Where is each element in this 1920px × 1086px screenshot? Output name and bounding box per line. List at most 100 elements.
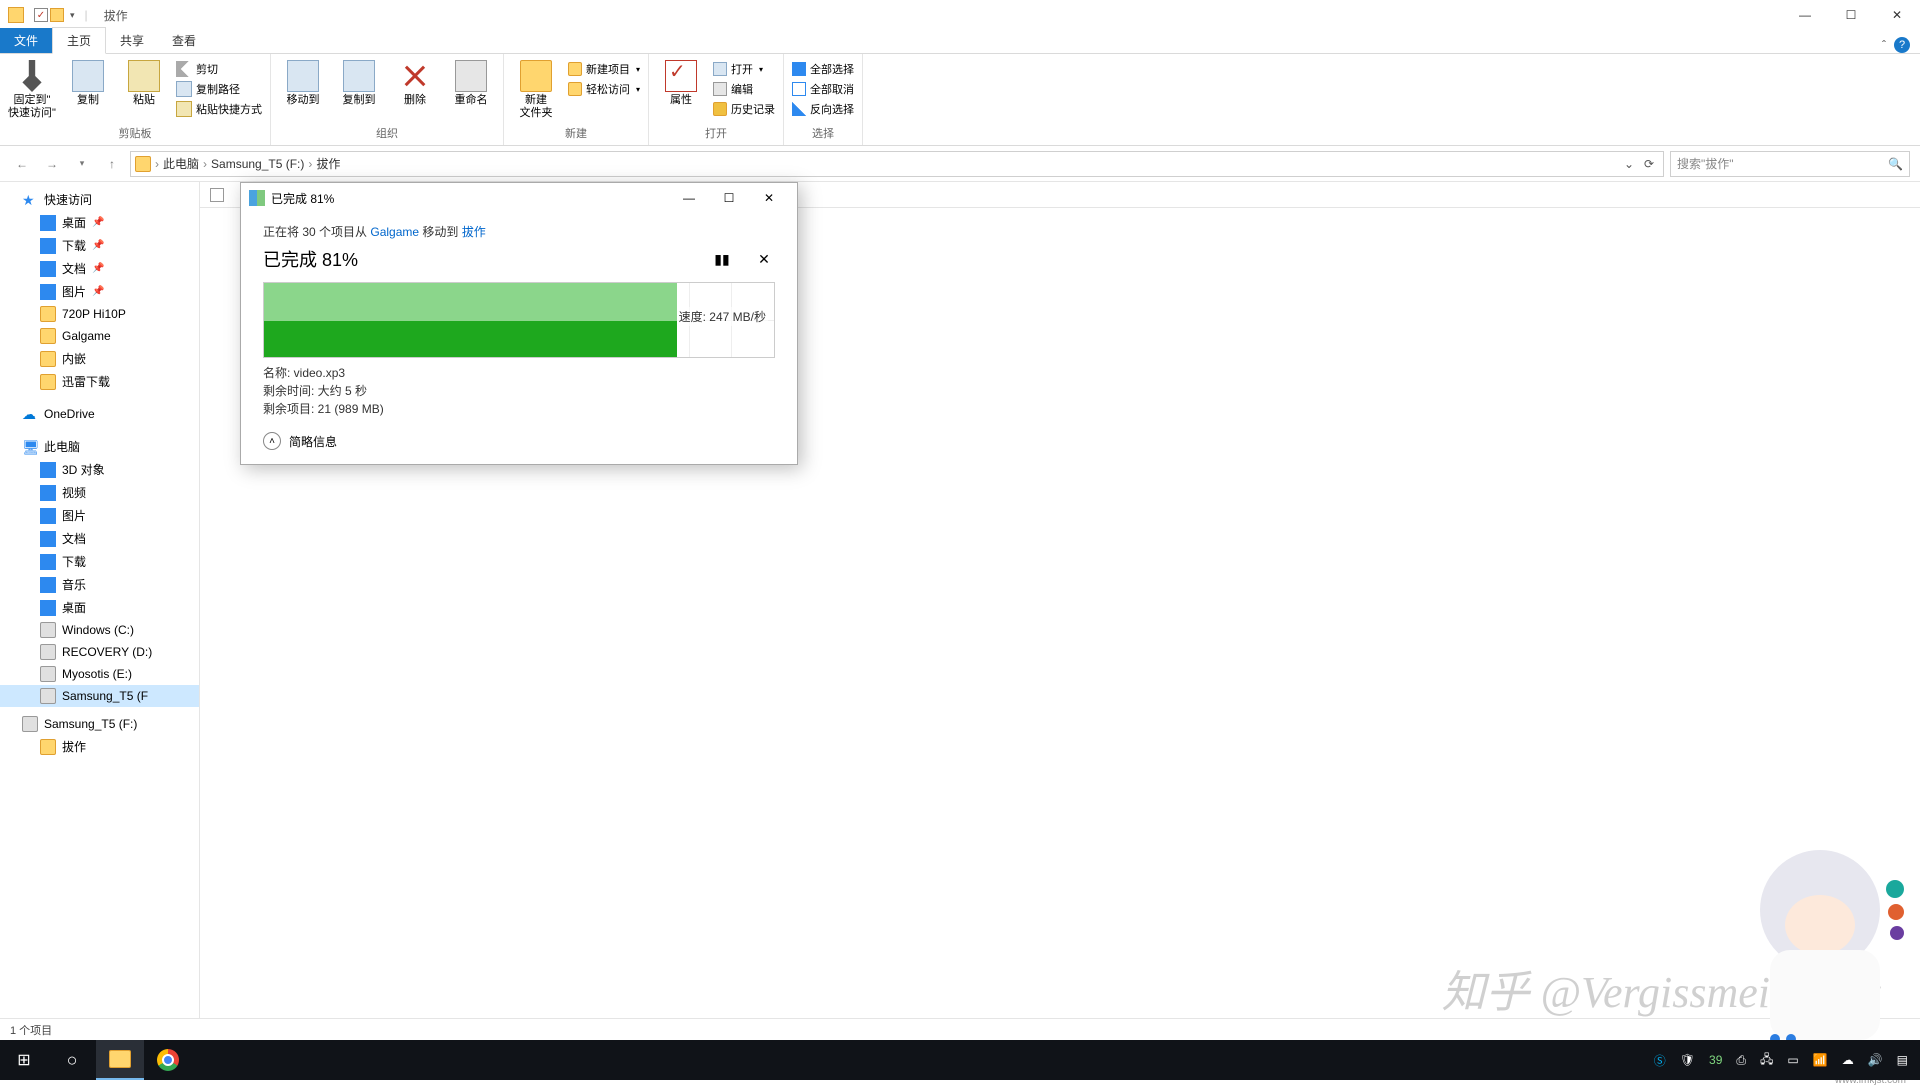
tray-usb-icon[interactable]: ⎙ bbox=[1736, 1053, 1746, 1068]
tab-share[interactable]: 共享 bbox=[106, 28, 158, 53]
tree-drive-d[interactable]: RECOVERY (D:) bbox=[0, 641, 199, 663]
tree-documents[interactable]: 文档📌 bbox=[0, 257, 199, 280]
select-all-button[interactable]: 全部选择 bbox=[790, 60, 856, 78]
tree-downloads[interactable]: 下载📌 bbox=[0, 234, 199, 257]
tray-skype-icon[interactable]: Ⓢ bbox=[1654, 1052, 1666, 1069]
tree-drive-f[interactable]: Samsung_T5 (F:) bbox=[0, 713, 199, 735]
qat-check-icon[interactable]: ✓ bbox=[34, 8, 48, 22]
tray-temp[interactable]: 39 bbox=[1709, 1053, 1722, 1067]
pin-quickaccess-button[interactable]: 固定到" 快速访问" bbox=[6, 56, 58, 120]
open-button[interactable]: 打开▾ bbox=[711, 60, 777, 78]
tree-quickaccess[interactable]: ★快速访问 bbox=[0, 188, 199, 211]
easyaccess-icon bbox=[568, 82, 582, 96]
tree-desktop2[interactable]: 桌面 bbox=[0, 596, 199, 619]
paste-shortcut-button[interactable]: 粘贴快捷方式 bbox=[174, 100, 264, 118]
status-item-count: 1 个项目 bbox=[10, 1022, 52, 1038]
group-label: 剪贴板 bbox=[6, 125, 264, 143]
delete-button[interactable]: 删除 bbox=[389, 56, 441, 107]
cut-button[interactable]: 剪切 bbox=[174, 60, 264, 78]
maximize-button[interactable]: ☐ bbox=[1828, 0, 1874, 30]
search-icon: 🔍 bbox=[1888, 157, 1903, 171]
tray-volume-icon[interactable]: 🔊 bbox=[1868, 1053, 1883, 1067]
copyto-button[interactable]: 复制到 bbox=[333, 56, 385, 107]
tree-neiqian[interactable]: 内嵌 bbox=[0, 347, 199, 370]
history-icon bbox=[713, 102, 727, 116]
tree-desktop[interactable]: 桌面📌 bbox=[0, 211, 199, 234]
refresh-button[interactable]: ⟳ bbox=[1639, 157, 1659, 171]
crumb-folder[interactable]: 拔作 bbox=[312, 155, 344, 172]
tray-wifi-icon[interactable]: 📶 bbox=[1813, 1053, 1828, 1067]
toggle-details-button[interactable]: ˄ 简略信息 bbox=[263, 432, 775, 450]
crumb-pc[interactable]: 此电脑 bbox=[159, 155, 203, 172]
dialog-maximize-button[interactable]: ☐ bbox=[709, 184, 749, 212]
search-input[interactable]: 搜索"拔作" 🔍 bbox=[1670, 151, 1910, 177]
tree-documents2[interactable]: 文档 bbox=[0, 527, 199, 550]
tree-pictures2[interactable]: 图片 bbox=[0, 504, 199, 527]
newfolder-button[interactable]: 新建文件夹 bbox=[510, 56, 562, 120]
tray-battery-icon[interactable]: ▭ bbox=[1787, 1053, 1798, 1067]
edit-button[interactable]: 编辑 bbox=[711, 80, 777, 98]
copypath-button[interactable]: 复制路径 bbox=[174, 80, 264, 98]
tree-bazuo[interactable]: 拔作 bbox=[0, 735, 199, 758]
dialog-close-button[interactable]: ✕ bbox=[749, 184, 789, 212]
paste-button[interactable]: 粘贴 bbox=[118, 56, 170, 107]
newitem-button[interactable]: 新建项目▾ bbox=[566, 60, 642, 78]
up-button[interactable]: ↑ bbox=[100, 152, 124, 176]
pause-button[interactable]: ▮▮ bbox=[711, 248, 733, 270]
address-bar[interactable]: › 此电脑 › Samsung_T5 (F:) › 拔作 ⌄ ⟳ bbox=[130, 151, 1664, 177]
nav-tree[interactable]: ★快速访问 桌面📌 下载📌 文档📌 图片📌 720P Hi10P Galgame… bbox=[0, 182, 200, 1018]
drive-icon bbox=[40, 688, 56, 704]
cancel-button[interactable]: ✕ bbox=[753, 248, 775, 270]
rename-button[interactable]: 重命名 bbox=[445, 56, 497, 107]
tree-drive-e[interactable]: Myosotis (E:) bbox=[0, 663, 199, 685]
properties-button[interactable]: 属性 bbox=[655, 56, 707, 107]
copy-button[interactable]: 复制 bbox=[62, 56, 114, 107]
crumb-drive[interactable]: Samsung_T5 (F:) bbox=[207, 157, 308, 171]
taskbar-chrome[interactable] bbox=[144, 1040, 192, 1080]
start-button[interactable]: ⊞ bbox=[0, 1040, 48, 1080]
tree-720p[interactable]: 720P Hi10P bbox=[0, 303, 199, 325]
tray-onedrive-icon[interactable]: ☁ bbox=[1842, 1053, 1854, 1067]
tree-music[interactable]: 音乐 bbox=[0, 573, 199, 596]
easyaccess-button[interactable]: 轻松访问▾ bbox=[566, 80, 642, 98]
tree-onedrive[interactable]: ☁OneDrive bbox=[0, 403, 199, 425]
close-button[interactable]: ✕ bbox=[1874, 0, 1920, 30]
tab-view[interactable]: 查看 bbox=[158, 28, 210, 53]
minimize-button[interactable]: ― bbox=[1782, 0, 1828, 30]
tree-thispc[interactable]: 🖥此电脑 bbox=[0, 435, 199, 458]
tree-drive-f-expanded[interactable]: Samsung_T5 (F bbox=[0, 685, 199, 707]
tray-ime-icon[interactable]: ▤ bbox=[1897, 1053, 1908, 1067]
cortana-button[interactable]: ○ bbox=[48, 1040, 96, 1080]
tray-defender-icon[interactable]: 🛡 bbox=[1680, 1053, 1695, 1067]
select-none-button[interactable]: 全部取消 bbox=[790, 80, 856, 98]
tree-videos[interactable]: 视频 bbox=[0, 481, 199, 504]
tab-home[interactable]: 主页 bbox=[52, 27, 106, 54]
pictures-icon bbox=[40, 508, 56, 524]
moveto-button[interactable]: 移动到 bbox=[277, 56, 329, 107]
select-all-checkbox[interactable] bbox=[210, 188, 224, 202]
tree-pictures[interactable]: 图片📌 bbox=[0, 280, 199, 303]
dst-link[interactable]: 拔作 bbox=[462, 225, 486, 239]
dialog-titlebar[interactable]: 已完成 81% ― ☐ ✕ bbox=[241, 183, 797, 213]
src-link[interactable]: Galgame bbox=[370, 225, 419, 239]
tree-xunlei[interactable]: 迅雷下载 bbox=[0, 370, 199, 393]
address-dropdown-icon[interactable]: ⌄ bbox=[1619, 157, 1639, 171]
tree-downloads2[interactable]: 下载 bbox=[0, 550, 199, 573]
help-icon[interactable]: ? bbox=[1894, 37, 1910, 53]
tree-3dobjects[interactable]: 3D 对象 bbox=[0, 458, 199, 481]
recent-button[interactable]: ▾ bbox=[70, 152, 94, 176]
tree-drive-c[interactable]: Windows (C:) bbox=[0, 619, 199, 641]
history-button[interactable]: 历史记录 bbox=[711, 100, 777, 118]
qat-dropdown-icon[interactable]: ▾ bbox=[66, 10, 79, 21]
back-button[interactable]: ← bbox=[10, 152, 34, 176]
tab-file[interactable]: 文件 bbox=[0, 28, 52, 53]
qat-folder-icon[interactable] bbox=[50, 8, 64, 22]
select-invert-button[interactable]: 反向选择 bbox=[790, 100, 856, 118]
forward-button[interactable]: → bbox=[40, 152, 64, 176]
tree-galgame[interactable]: Galgame bbox=[0, 325, 199, 347]
tray-network-icon[interactable]: 🖧 bbox=[1760, 1050, 1773, 1071]
dialog-minimize-button[interactable]: ― bbox=[669, 184, 709, 212]
ribbon-collapse-icon[interactable]: ˆ bbox=[1882, 38, 1886, 52]
taskbar-explorer[interactable] bbox=[96, 1040, 144, 1080]
folder-icon bbox=[40, 739, 56, 755]
